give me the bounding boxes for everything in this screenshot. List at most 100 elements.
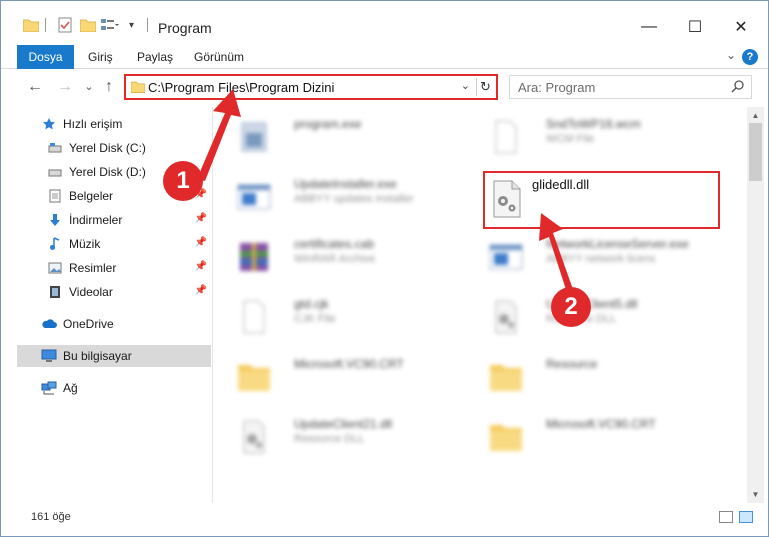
minimize-button[interactable]: — <box>627 13 671 41</box>
folder-icon <box>23 15 39 35</box>
file-name: SndToWP16.wcm <box>546 117 641 131</box>
file-item[interactable]: NetworkLicenseServer.exe ABBYY network l… <box>466 227 706 283</box>
sidebar-item-label: Bu bilgisayar <box>63 349 132 363</box>
folder-icon <box>234 357 274 397</box>
large-icons-view-button[interactable] <box>739 511 753 523</box>
file-name: certificates.cab <box>294 237 375 251</box>
installer-icon <box>234 117 274 157</box>
file-type: ABBYY updates installer <box>294 193 414 205</box>
address-bar[interactable]: C:\Program Files\Program Dizini ⌄ ↻ <box>124 74 498 100</box>
file-name: gtd.cjk <box>294 297 329 311</box>
scroll-up-icon[interactable]: ▲ <box>747 107 764 124</box>
scroll-down-icon[interactable]: ▼ <box>747 486 764 503</box>
window-title: Program <box>158 20 212 36</box>
file-type: ABBYY network licens <box>546 253 656 265</box>
star-icon <box>41 116 57 132</box>
highlight-box <box>483 171 720 229</box>
item-count: 161 öğe <box>31 511 71 523</box>
sidebar-item-this-pc[interactable]: Bu bilgisayar <box>17 345 211 367</box>
network-icon <box>41 380 57 396</box>
sidebar-item-onedrive[interactable]: OneDrive <box>41 313 211 335</box>
sidebar-item-label: Hızlı erişim <box>63 117 123 131</box>
details-view-button[interactable] <box>719 511 733 523</box>
dll-gear-icon <box>234 417 274 457</box>
properties-icon[interactable] <box>57 15 73 35</box>
sidebar-item-label: OneDrive <box>63 317 114 331</box>
customize-qa-icon[interactable]: ▾ <box>129 15 134 35</box>
pane-divider[interactable] <box>212 107 213 503</box>
qa-separator <box>147 18 148 32</box>
sidebar-item-pictures[interactable]: Resimler 📌 <box>47 257 211 279</box>
title-bar: ▾ Program — ☐ ✕ <box>1 1 768 45</box>
file-item[interactable]: Microsoft.VC90.CRT <box>466 407 706 463</box>
archive-icon <box>234 237 274 277</box>
close-button[interactable]: ✕ <box>719 13 763 41</box>
scroll-thumb[interactable] <box>749 123 762 181</box>
file-name: program.exe <box>294 117 362 131</box>
tab-view[interactable]: Görünüm <box>194 45 244 69</box>
sidebar-item-downloads[interactable]: İndirmeler 📌 <box>47 209 211 231</box>
search-box[interactable]: Ara: Program <box>509 75 752 99</box>
download-icon <box>47 212 63 228</box>
music-icon <box>47 236 63 252</box>
file-type: Resource DLL <box>294 433 365 445</box>
tab-home[interactable]: Giriş <box>88 45 113 69</box>
file-item[interactable]: Microsoft.VC90.CRT <box>214 347 454 403</box>
search-input[interactable]: Ara: Program <box>518 80 595 95</box>
file-name: UpdateClient21.dll <box>294 417 393 431</box>
folder-icon <box>486 357 526 397</box>
qa-separator <box>45 18 46 32</box>
address-dropdown-button[interactable]: ⌄ <box>461 79 470 92</box>
folder-icon <box>130 80 146 96</box>
tab-share[interactable]: Paylaş <box>137 45 173 69</box>
back-button[interactable]: ← <box>25 77 45 97</box>
tab-file[interactable]: Dosya <box>17 45 74 69</box>
dll-gear-icon <box>486 297 526 337</box>
pin-icon: 📌 <box>194 213 207 224</box>
folder-icon <box>486 417 526 457</box>
sidebar-item-label: Yerel Disk (C:) <box>69 141 146 155</box>
file-name: Microsoft.VC90.CRT <box>294 357 404 371</box>
file-item[interactable]: program.exe <box>214 107 454 163</box>
sidebar-item-quick-access[interactable]: Hızlı erişim <box>41 113 211 135</box>
sidebar-item-music[interactable]: Müzik 📌 <box>47 233 211 255</box>
file-list: program.exe SndToWP16.wcm WCM File Updat… <box>214 107 746 503</box>
up-button[interactable]: ↑ <box>99 77 119 97</box>
pin-icon: 📌 <box>194 261 207 272</box>
file-item[interactable]: certificates.cab WinRAR Archive <box>214 227 454 283</box>
computer-icon <box>41 348 57 364</box>
new-folder-icon[interactable] <box>80 15 96 35</box>
view-options-icon[interactable] <box>101 15 119 35</box>
sidebar-item-videos[interactable]: Videolar 📌 <box>47 281 211 303</box>
forward-button[interactable]: → <box>55 77 75 97</box>
expand-ribbon-button[interactable]: ⌄ <box>726 48 736 62</box>
file-item[interactable]: SndToWP16.wcm WCM File <box>466 107 706 163</box>
file-name: Resource <box>546 357 598 371</box>
vertical-scrollbar[interactable]: ▲ ▼ <box>747 107 764 503</box>
file-name: Microsoft.VC90.CRT <box>546 417 656 431</box>
file-name: NetworkLicenseServer.exe <box>546 237 689 251</box>
step-1-badge: 1 <box>163 161 203 201</box>
address-path[interactable]: C:\Program Files\Program Dizini <box>148 80 334 95</box>
file-type: WCM File <box>546 133 595 145</box>
file-item[interactable]: gtd.cjk CJK File <box>214 287 454 343</box>
video-icon <box>47 284 63 300</box>
ribbon-tabs: Dosya Giriş Paylaş Görünüm ⌄ ? <box>1 45 768 69</box>
file-type: CJK File <box>294 313 336 325</box>
recent-locations-button[interactable]: ⌄ <box>79 77 99 97</box>
cloud-icon <box>41 316 57 332</box>
blank-file-icon <box>234 297 274 337</box>
drive-icon <box>47 140 63 156</box>
sidebar-item-network[interactable]: Ağ <box>41 377 211 399</box>
file-item[interactable]: UpdateInstaller.exe ABBYY updates instal… <box>214 167 454 223</box>
sidebar-item-local-disk-c[interactable]: Yerel Disk (C:) <box>47 137 211 159</box>
maximize-button[interactable]: ☐ <box>673 13 717 41</box>
help-button[interactable]: ? <box>742 49 758 65</box>
file-type: WinRAR Archive <box>294 253 376 265</box>
search-icon <box>731 79 745 96</box>
app-icon <box>234 177 274 217</box>
refresh-button[interactable]: ↻ <box>476 78 494 96</box>
file-item[interactable]: UpdateClient21.dll Resource DLL <box>214 407 454 463</box>
step-2-badge: 2 <box>551 287 591 327</box>
file-item[interactable]: Resource <box>466 347 706 403</box>
